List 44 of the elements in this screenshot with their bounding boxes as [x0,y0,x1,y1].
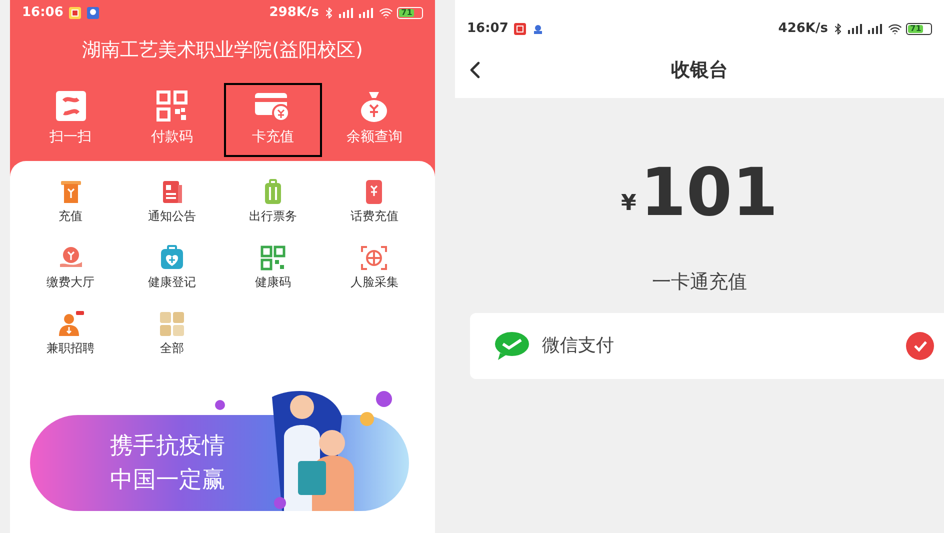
network-speed: 298K/s [269,4,319,22]
school-title: 湖南工艺美术职业学院(益阳校区) [81,38,364,63]
qr-code-icon [154,88,189,122]
service-item[interactable]: 充值 [58,178,84,224]
grid-icon [158,310,185,336]
service-item[interactable]: 人脸采集 [350,244,398,290]
service-item[interactable]: 健康登记 [148,244,196,290]
banner-slogan: 携手抗疫情 [110,432,226,460]
page-title: 收银台 [671,58,728,83]
service-item[interactable]: 兼职招聘 [46,310,95,356]
signal-icon [868,24,884,34]
chat-bubble-check-icon [494,330,530,360]
status-time: 16:07 [467,20,508,38]
person-icon [56,310,85,336]
bluetooth-icon [832,23,844,35]
payment-description: 一卡通充值 [652,270,747,295]
currency-symbol: ¥ [620,190,636,218]
app-notification-icon [87,7,100,19]
bluetooth-icon [323,7,335,19]
signal-icon [848,24,864,34]
face-scan-icon [360,244,388,270]
app-notification-icon [69,7,82,19]
app-notification-icon [514,23,526,35]
signal-icon [359,8,375,18]
wifi-icon [888,22,902,36]
medical-bag-icon [158,244,185,270]
battery-icon: 71 [906,23,932,35]
service-item[interactable]: 通知公告 [148,178,196,224]
service-item[interactable]: 出行票务 [249,178,298,224]
battery-icon: 71 [397,7,423,19]
signal-icon [339,8,355,18]
scan-icon [54,88,88,122]
app-notification-icon [532,23,544,35]
network-speed: 426K/s [778,20,828,38]
service-item[interactable]: 全部 [158,310,185,356]
status-time: 16:06 [22,4,64,22]
service-item[interactable]: 健康码 [255,244,292,290]
banner-slogan: 中国一定赢 [110,466,226,494]
service-item[interactable]: 缴费大厅 [46,244,95,290]
amount-value: 101 [640,158,778,228]
payment-option[interactable]: 微信支付 [470,312,944,378]
wifi-icon [379,6,393,20]
qr-code-icon [260,244,286,270]
service-item[interactable]: 话费充值 [350,178,398,224]
